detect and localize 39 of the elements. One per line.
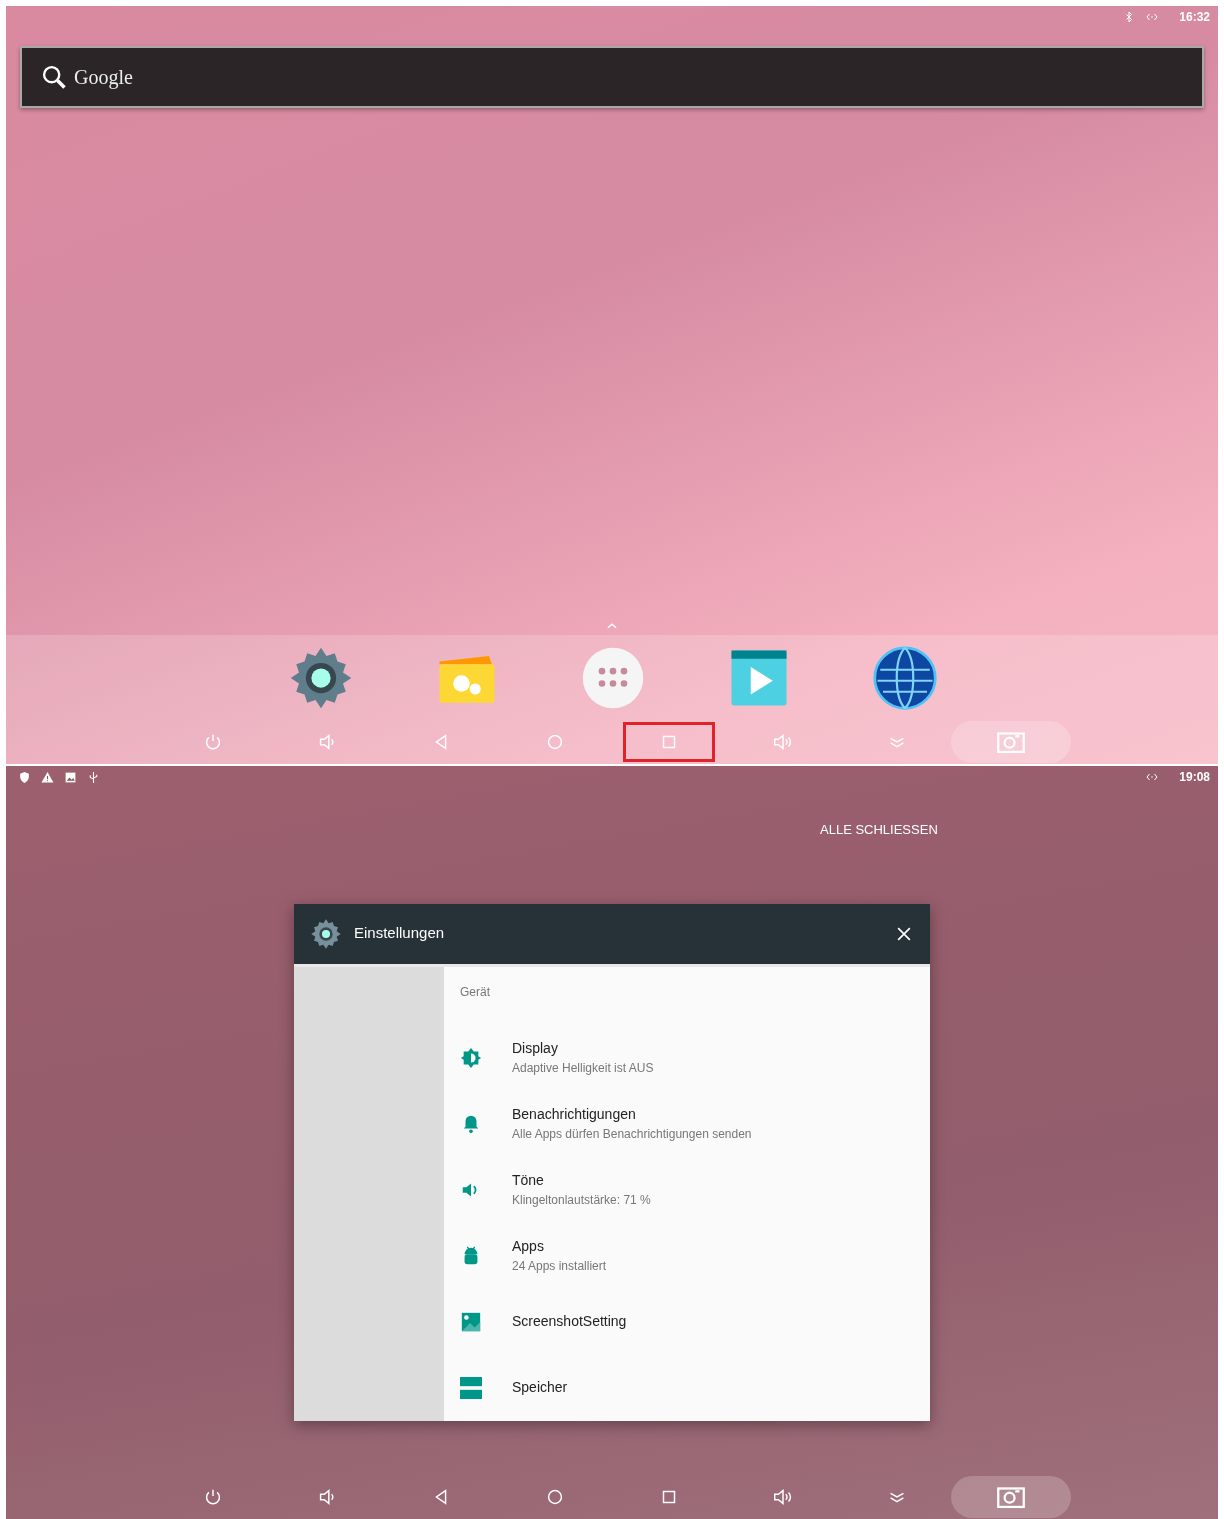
- clock-time: 19:08: [1179, 769, 1210, 786]
- settings-item[interactable]: Apps 24 Apps installiert: [460, 1222, 914, 1289]
- nav-button[interactable]: [951, 1476, 1071, 1518]
- settings-item[interactable]: Speicher: [460, 1354, 914, 1421]
- search-bar[interactable]: Google: [20, 46, 1204, 108]
- settings-item[interactable]: Töne Klingeltonlautstärke: 71 %: [460, 1156, 914, 1223]
- usb-icon: [87, 770, 100, 784]
- data-arrows-icon: [1145, 11, 1160, 23]
- volume-up-icon: [772, 1486, 794, 1508]
- item-subtitle: Adaptive Helligkeit ist AUS: [512, 1060, 654, 1077]
- item-subtitle: Klingeltonlautstärke: 71 %: [512, 1192, 651, 1209]
- item-title: Apps: [512, 1237, 545, 1256]
- storage-icon: [460, 1376, 482, 1399]
- settings-item[interactable]: Display Adaptive Helligkeit ist AUS: [460, 1024, 914, 1091]
- card-title: Einstellungen: [354, 923, 445, 944]
- globe-app-icon[interactable]: [872, 644, 938, 711]
- image-icon: [460, 1310, 482, 1333]
- item-title: ScreenshotSetting: [512, 1312, 627, 1331]
- volume-up-icon: [772, 731, 794, 753]
- item-title: Benachrichtigungen: [512, 1105, 637, 1124]
- data-arrows-icon: [1145, 771, 1160, 783]
- warning-icon: [41, 770, 54, 784]
- brightness-icon: [460, 1046, 482, 1069]
- search-icon: [40, 63, 68, 91]
- item-title: Display: [512, 1039, 559, 1058]
- image-icon: [64, 770, 77, 784]
- app-card[interactable]: [294, 903, 930, 1421]
- settings-item[interactable]: Benachrichtigungen Alle Apps dürfen Benachrichtigungen senden: [460, 1090, 914, 1157]
- shield-icon: [18, 770, 31, 784]
- item-subtitle: 24 Apps installiert: [512, 1258, 607, 1275]
- close-all-button[interactable]: ALLE SCHLIESSEN: [820, 820, 938, 840]
- settings-item[interactable]: ScreenshotSetting: [460, 1288, 914, 1355]
- nav-button[interactable]: [623, 722, 715, 762]
- gear-icon: [310, 917, 342, 950]
- item-title: Speicher: [512, 1378, 568, 1397]
- item-subtitle: Alle Apps dürfen Benachrichtigungen senden: [512, 1126, 752, 1143]
- item-title: Töne: [512, 1171, 545, 1190]
- section-header: Gerät: [460, 983, 491, 1001]
- clock-time: 16:32: [1179, 9, 1210, 26]
